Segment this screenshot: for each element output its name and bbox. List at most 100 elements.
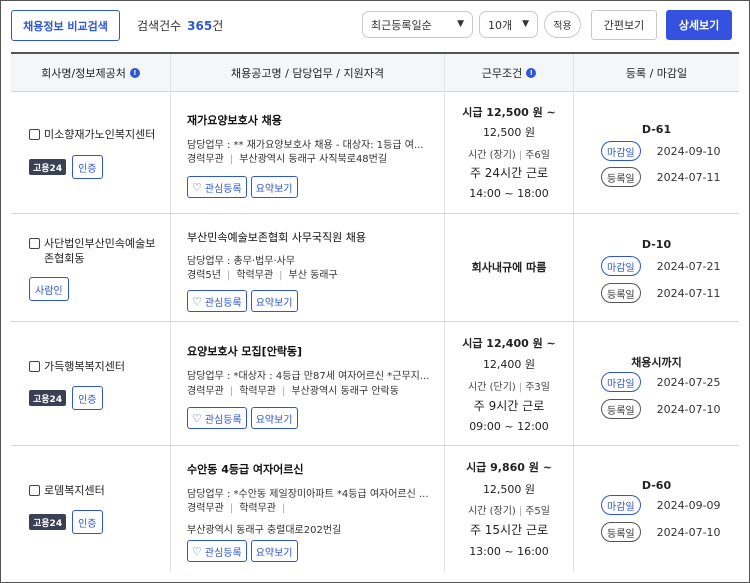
work-time: 시간 (장기) (468, 150, 516, 161)
work-days: 주3일 (525, 382, 550, 393)
registered-date: 2024-07-10 (656, 525, 721, 539)
company-checkbox-row[interactable]: 미소향재가노인복지센터 (29, 127, 159, 142)
header-job-label: 채용공고명 / 담당업무 / 지원자격 (231, 67, 384, 80)
career: 경력5년 (187, 270, 221, 281)
summary-button[interactable]: 요약보기 (250, 407, 298, 429)
cert-badge[interactable]: 인증 (72, 386, 103, 410)
sort-select[interactable]: 최근등록일순 ▼ (362, 11, 473, 38)
cert-badge[interactable]: 인증 (72, 155, 103, 179)
summary-button[interactable]: 요약보기 (250, 176, 298, 198)
company-badges: 고용24 인증 (29, 155, 103, 179)
column-divider (170, 54, 171, 92)
header-dates-label: 등록 / 마감일 (625, 67, 688, 80)
weekly-hours: 주 24시간 근로 (469, 166, 549, 180)
company-badges: 사람인 (29, 277, 69, 301)
education: 학력무관 (239, 503, 276, 514)
company-checkbox-row[interactable]: 사단법인부산민속예술보존협회동 (29, 236, 159, 266)
job-meta: 경력무관 | 학력무관 | 부산광역시 동래구 안락동 (187, 384, 437, 400)
registered-date: 2024-07-11 (656, 286, 721, 300)
weekly-hours: 주 15시간 근로 (469, 523, 549, 537)
wage-range-to: 12,500 원 (482, 126, 536, 139)
per-page-select-value: 10개 (488, 18, 513, 32)
favorite-button[interactable]: ♡ 관심등록 (187, 540, 247, 562)
cert-badge[interactable]: 인증 (72, 510, 103, 534)
job-title[interactable]: 수안동 4등급 여자어르신 (187, 461, 304, 477)
location: 부산광역시 동래구 사직북로48번길 (239, 154, 388, 165)
company-name[interactable]: 미소향재가노인복지센터 (44, 127, 155, 142)
heart-icon: ♡ (192, 544, 202, 558)
location: 부산 동래구 (288, 270, 338, 281)
company-name[interactable]: 로뎀복지센터 (44, 483, 105, 498)
d-day: D-61 (641, 123, 672, 136)
company-checkbox-row[interactable]: 가득행복복지센터 (29, 359, 159, 374)
career: 경력무관 (187, 386, 224, 397)
work-hours: 14:00 ~ 18:00 (469, 187, 549, 200)
favorite-button[interactable]: ♡ 관심등록 (187, 407, 247, 429)
wage-range-from: 시급 12,500 원 ~ (462, 106, 556, 119)
search-count-value: 365 (187, 19, 213, 33)
apply-button[interactable]: 적용 (544, 11, 581, 38)
goyong24-badge: 고용24 (29, 514, 67, 530)
registered-row: 등록일 2024-07-10 (601, 399, 721, 419)
company-badges: 고용24 인증 (29, 386, 103, 410)
header-dates: 등록 / 마감일 (574, 54, 739, 92)
company-badges: 고용24 인증 (29, 510, 103, 534)
job-actions: ♡ 관심등록 요약보기 (187, 290, 298, 312)
job-meta: 경력무관 | 부산광역시 동래구 사직북로48번길 (187, 152, 437, 168)
favorite-label: 관심등록 (204, 547, 242, 559)
d-day: D-10 (641, 238, 672, 251)
select-checkbox[interactable] (29, 129, 40, 140)
summary-button[interactable]: 요약보기 (250, 540, 298, 562)
job-table: 회사명/정보제공처 ! 채용공고명 / 담당업무 / 지원자격 근무조건 ! 등… (11, 52, 739, 572)
wage-range-from: 시급 9,860 원 ~ (466, 461, 552, 474)
job-meta: 경력무관 | 학력무관 | 부산광역시 동래구 충렬대로202번길 (187, 501, 437, 539)
favorite-button[interactable]: ♡ 관심등록 (187, 290, 247, 312)
favorite-button[interactable]: ♡ 관심등록 (187, 176, 247, 198)
job-duty: 담당업무 : 총무·법무·사무 (187, 256, 296, 267)
deadline-row: 마감일 2024-07-21 (601, 256, 721, 276)
heart-icon: ♡ (192, 294, 202, 308)
column-divider (573, 54, 574, 92)
header-job: 채용공고명 / 담당업무 / 지원자격 (171, 54, 444, 92)
deadline-pill: 마감일 (601, 256, 641, 276)
column-divider (444, 54, 445, 92)
job-duty: 담당업무 : *대상자 : 4등급 만87세 여자어르신 *근무지... (187, 371, 430, 382)
registered-date: 2024-07-10 (656, 402, 721, 416)
goyong24-badge: 고용24 (29, 159, 67, 175)
deadline-row: 마감일 2024-07-25 (601, 372, 721, 392)
location: 부산광역시 동래구 안락동 (291, 386, 399, 397)
info-icon[interactable]: ! (526, 68, 537, 78)
favorite-label: 관심등록 (204, 183, 242, 195)
career: 경력무관 (187, 503, 224, 514)
company-name[interactable]: 가득행복복지센터 (44, 359, 125, 374)
job-title[interactable]: 재가요양보호사 채용 (187, 112, 282, 128)
select-checkbox[interactable] (29, 485, 40, 496)
company-name[interactable]: 사단법인부산민속예술보존협회동 (44, 236, 159, 266)
select-checkbox[interactable] (29, 238, 40, 249)
table-row: 사단법인부산민속예술보존협회동 사람인 부산민속예술보존협회 사무국직원 채용 … (11, 214, 739, 322)
summary-button[interactable]: 요약보기 (250, 290, 298, 312)
detail-view-button[interactable]: 상세보기 (666, 10, 732, 40)
saramin-badge[interactable]: 사람인 (29, 277, 69, 301)
info-icon[interactable]: ! (129, 68, 140, 78)
job-title[interactable]: 요양보호사 모집[안락동] (187, 343, 302, 359)
work-days: 주5일 (525, 506, 550, 517)
d-day: D-60 (641, 479, 672, 492)
wage-range-to: 12,500 원 (482, 483, 536, 496)
heart-icon: ♡ (192, 411, 202, 425)
search-count: 검색건수 365건 (137, 17, 223, 34)
chevron-down-icon: ▼ (522, 19, 529, 29)
header-conditions-label: 근무조건 (481, 67, 523, 80)
favorite-label: 관심등록 (204, 297, 242, 309)
per-page-select[interactable]: 10개 ▼ (479, 11, 538, 38)
select-checkbox[interactable] (29, 361, 40, 372)
registered-pill: 등록일 (601, 283, 641, 303)
compare-search-button[interactable]: 채용정보 비교검색 (11, 10, 120, 41)
deadline-pill: 마감일 (601, 141, 641, 161)
favorite-label: 관심등록 (204, 414, 242, 426)
job-title[interactable]: 부산민속예술보존협회 사무국직원 채용 (187, 229, 366, 245)
work-type: 시간 (단기) | 주3일 (468, 382, 550, 393)
heart-icon: ♡ (192, 180, 202, 194)
company-checkbox-row[interactable]: 로뎀복지센터 (29, 483, 159, 498)
simple-view-button[interactable]: 간편보기 (591, 10, 657, 40)
